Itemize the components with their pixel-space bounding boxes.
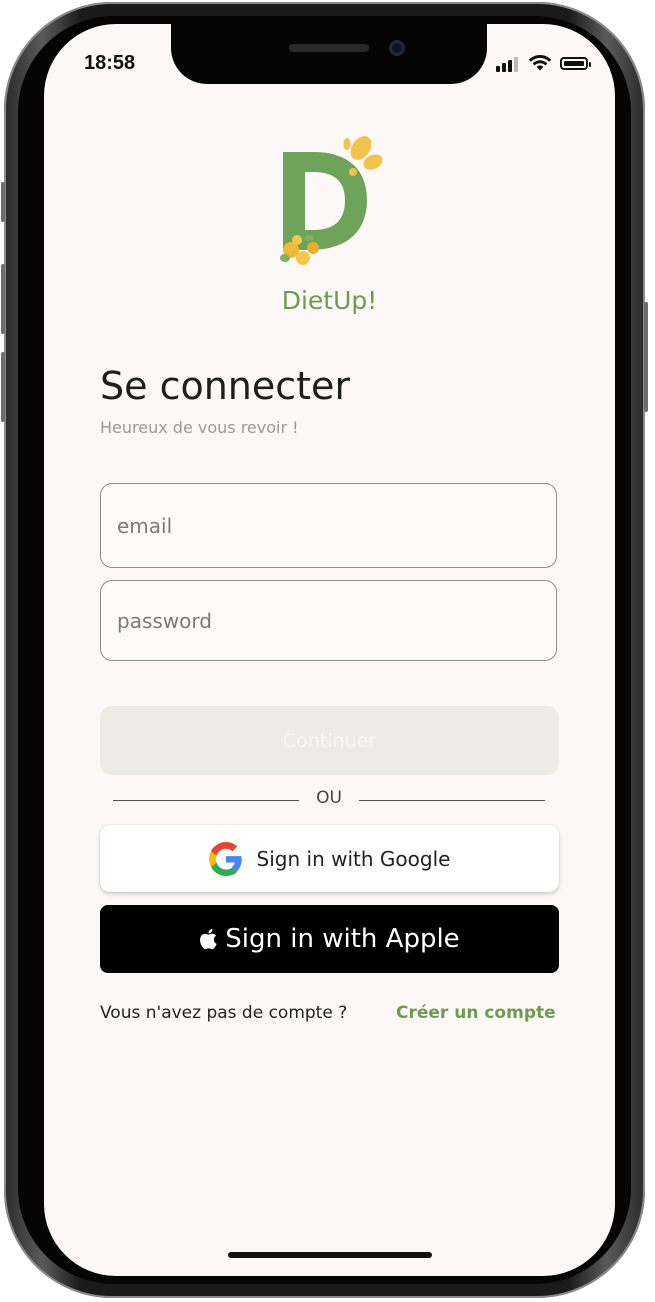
phone-frame: 18:58 DietUp! Se connecter Heureux de vo… — [1, 2, 648, 1298]
google-sign-in-label: Sign in with Google — [256, 846, 451, 871]
password-field[interactable] — [100, 580, 557, 661]
or-separator: OU — [113, 788, 545, 812]
phone-side-button — [1, 182, 5, 222]
page-title: Se connecter — [100, 364, 351, 408]
continue-button-label: Continuer — [282, 729, 377, 752]
battery-icon — [560, 57, 591, 70]
apple-logo-icon — [200, 928, 217, 950]
notch — [171, 24, 487, 84]
separator-text: OU — [316, 788, 342, 808]
wifi-icon — [528, 54, 552, 71]
google-sign-in-button[interactable]: Sign in with Google — [100, 825, 559, 892]
page-subtitle: Heureux de vous revoir ! — [100, 418, 299, 437]
status-icons — [496, 54, 596, 74]
continue-button[interactable]: Continuer — [100, 706, 559, 775]
email-field[interactable] — [100, 483, 557, 568]
dietup-logo — [280, 136, 383, 265]
separator-line-right — [359, 800, 545, 801]
home-indicator[interactable] — [228, 1252, 432, 1258]
phone-power-button — [644, 302, 648, 412]
apple-sign-in-label: Sign in with Apple — [225, 924, 460, 954]
apple-sign-in-button[interactable]: Sign in with Apple — [100, 905, 559, 973]
app-screen: 18:58 DietUp! Se connecter Heureux de vo… — [44, 24, 615, 1276]
google-logo-icon — [208, 841, 242, 876]
app-name: DietUp! — [281, 286, 378, 315]
front-camera — [389, 40, 405, 56]
phone-volume-down-button — [1, 352, 5, 422]
phone-volume-up-button — [1, 264, 5, 334]
earpiece-speaker — [289, 44, 369, 52]
status-time: 18:58 — [84, 52, 136, 74]
create-account-link[interactable]: Créer un compte — [396, 1003, 556, 1023]
no-account-text: Vous n'avez pas de compte ? — [100, 1003, 348, 1023]
